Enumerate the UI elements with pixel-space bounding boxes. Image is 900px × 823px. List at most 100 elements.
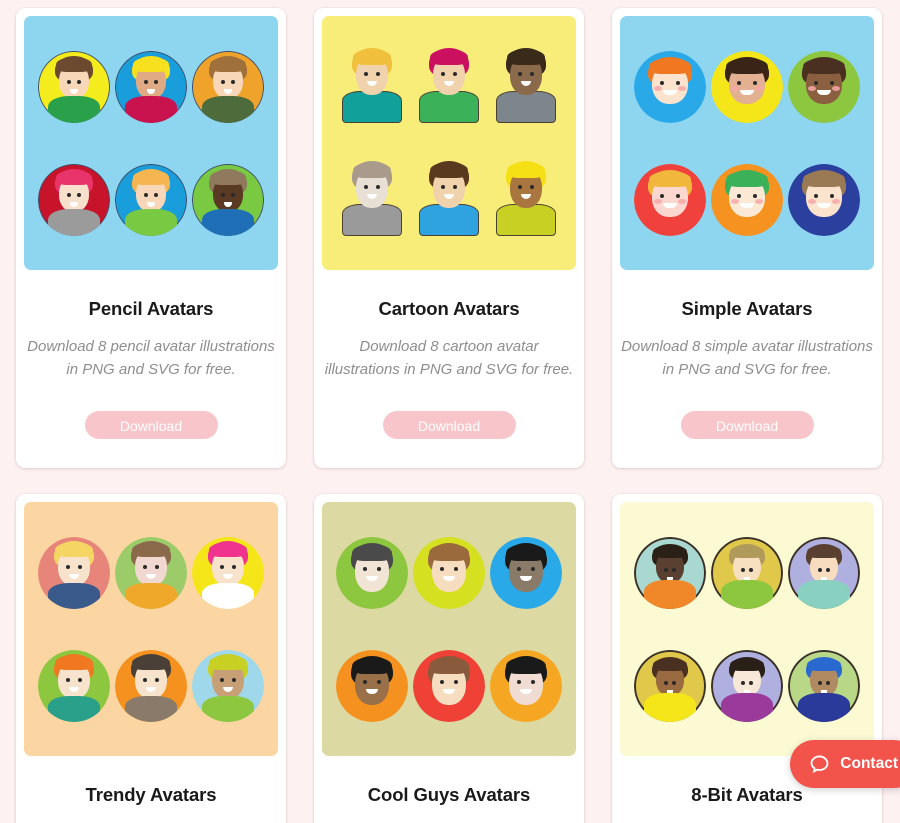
mouth-shape [663, 202, 678, 208]
left-eye [736, 80, 741, 85]
pack-description: Download 8 simple avatar illustrations i… [621, 338, 873, 378]
right-cheek [678, 198, 687, 204]
right-eye [78, 677, 83, 682]
body-shape [124, 208, 177, 236]
left-eye [813, 193, 818, 198]
left-cheek [730, 85, 739, 91]
left-eye [66, 564, 71, 569]
left-eye [143, 79, 148, 84]
right-eye [453, 566, 458, 571]
body-shape [124, 695, 177, 722]
avatar-pixel-brown-hair-boy [787, 536, 860, 609]
pack-thumbnail[interactable] [24, 502, 278, 756]
avatar-bow-tie-man [413, 160, 485, 236]
body-shape [342, 90, 403, 123]
body-shape [48, 208, 101, 236]
hair-fringe [505, 543, 546, 562]
avatar-glasses-man [191, 163, 264, 236]
avatar-long-hair-woman [336, 160, 408, 236]
mouth-shape [146, 88, 155, 94]
avatar-pixel-curly-girl [634, 649, 707, 722]
hair-fringe [653, 657, 688, 671]
pack-thumbnail[interactable] [322, 502, 576, 756]
hair-fringe [132, 56, 169, 72]
hair-fringe [353, 48, 392, 66]
avatar-bearded-man [787, 50, 860, 123]
avatar-pack-card: Cartoon Avatars Download 8 cartoon avatar… [314, 8, 584, 468]
body-shape [201, 208, 254, 236]
right-eye [377, 566, 382, 571]
avatar-bun-blonde-girl [634, 163, 707, 236]
hair-fringe [131, 654, 170, 671]
body-shape [201, 582, 254, 609]
avatar-thumbnail-grid [24, 502, 278, 756]
right-eye [452, 71, 457, 76]
contact-widget-button[interactable]: Contact [790, 740, 900, 788]
hair-fringe [729, 657, 764, 671]
mouth-shape [222, 573, 233, 579]
avatar-ginger-girl [114, 163, 187, 236]
avatar-pixel-blond-boy [710, 536, 783, 609]
avatar-brown-hair-woman [114, 536, 187, 609]
avatar-bald-bearded-man [489, 536, 562, 609]
right-eye [529, 184, 534, 189]
body-shape [201, 695, 254, 722]
left-cheek [807, 85, 816, 91]
avatar-dark-hair-man [114, 649, 187, 722]
hair-fringe [506, 48, 545, 66]
right-eye [530, 566, 535, 571]
right-eye [676, 80, 681, 85]
left-eye [364, 71, 369, 76]
hair-fringe [352, 656, 393, 675]
hair-fringe [505, 656, 546, 675]
right-eye [452, 184, 457, 189]
avatar-round-glasses-man [412, 649, 485, 722]
left-eye [740, 567, 745, 572]
mouth-shape [816, 89, 831, 95]
download-button[interactable]: Download [680, 411, 814, 439]
avatar-dark-hair-girl [710, 50, 783, 123]
avatar-ginger-boy [634, 50, 707, 123]
left-eye [66, 677, 71, 682]
avatar-hijab-woman [191, 649, 264, 722]
avatar-pink-buns-girl [191, 536, 264, 609]
right-eye [825, 680, 830, 685]
avatar-thumbnail-grid [322, 502, 576, 756]
left-eye [142, 564, 147, 569]
hair-fringe [653, 544, 688, 558]
hair-fringe [729, 544, 764, 558]
left-eye [363, 679, 368, 684]
download-button[interactable]: Download [382, 411, 516, 439]
left-eye [660, 193, 665, 198]
avatar-pink-hair-woman [38, 163, 111, 236]
left-eye [664, 567, 669, 572]
left-eye [817, 680, 822, 685]
mouth-shape [816, 202, 831, 208]
pack-title: Pencil Avatars [88, 298, 214, 319]
right-eye [77, 79, 82, 84]
mouth-shape [223, 88, 232, 94]
body-shape [495, 90, 556, 123]
avatar-thumbnail-grid [620, 502, 874, 756]
left-cheek [730, 198, 739, 204]
download-button[interactable]: Download [84, 411, 218, 439]
left-eye [813, 80, 818, 85]
pack-thumbnail[interactable] [24, 16, 278, 270]
left-eye [219, 677, 224, 682]
pack-title: Simple Avatars [681, 298, 813, 319]
left-eye [363, 566, 368, 571]
hair-fringe [802, 170, 845, 188]
right-eye [230, 192, 235, 197]
pack-thumbnail[interactable] [620, 16, 874, 270]
body-shape [495, 203, 556, 236]
pack-thumbnail[interactable] [620, 502, 874, 756]
avatar-pack-grid: Pencil Avatars Download 8 pencil avatar i… [0, 0, 900, 823]
hair-fringe [506, 161, 545, 179]
avatar-quiff-blond-man [38, 536, 111, 609]
left-eye [516, 679, 521, 684]
right-eye [153, 192, 158, 197]
hair-fringe [806, 657, 841, 671]
hair-fringe [725, 57, 768, 75]
body-shape [644, 692, 697, 722]
pack-thumbnail[interactable] [322, 16, 576, 270]
